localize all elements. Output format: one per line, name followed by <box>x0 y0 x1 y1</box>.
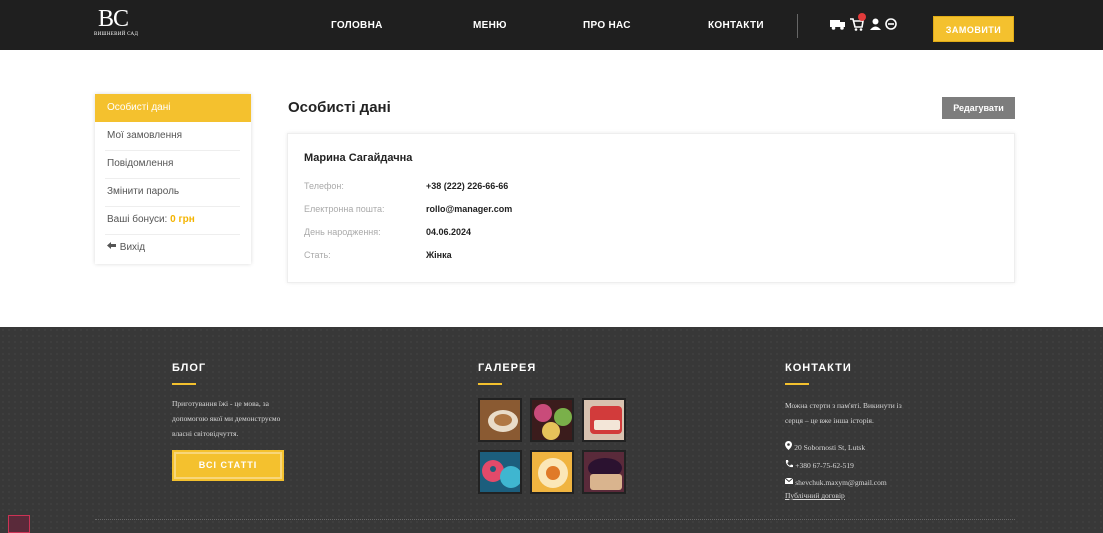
order-button[interactable]: ЗАМОВИТИ <box>933 16 1014 42</box>
sidebar-item-change-password[interactable]: Змінити пароль <box>95 178 251 206</box>
footer-gallery-title: ГАЛЕРЕЯ <box>478 362 537 374</box>
all-articles-button[interactable]: ВСІ СТАТТІ <box>172 450 284 481</box>
blog-text-line: Приготування їжі - це мова, за <box>172 399 269 408</box>
footer-gallery-underline <box>478 383 502 385</box>
contacts-text-line: Можна стерти з пам'яті. Викинути із <box>785 401 902 410</box>
page-title: Особисті дані <box>288 99 391 116</box>
header-separator <box>797 14 798 38</box>
bonus-label: Ваші бонуси: <box>107 214 168 225</box>
logo-subtitle: ВИШНЕВИЙ САД <box>94 32 139 37</box>
gallery-image-cupcakes[interactable] <box>530 398 574 442</box>
profile-name: Марина Сагайдачна <box>304 152 413 164</box>
logout-label: Вихід <box>119 242 146 253</box>
gallery-image-donuts[interactable] <box>478 450 522 494</box>
blog-text-line: допомогою якої ми демонструємо <box>172 414 281 423</box>
gallery-image-pastry[interactable] <box>530 450 574 494</box>
top-navbar: BC ВИШНЕВИЙ САД ГОЛОВНА МЕНЮ ПРО НАС КОН… <box>0 0 1103 50</box>
gallery-image-coffee[interactable] <box>478 398 522 442</box>
birthday-label: День народження: <box>304 227 381 237</box>
blog-text-line: власні світовідчуття. <box>172 429 239 438</box>
exit-icon[interactable] <box>885 18 897 34</box>
sidebar-item-messages[interactable]: Повідомлення <box>95 150 251 178</box>
user-icon[interactable] <box>870 18 881 34</box>
email-value: rollo@manager.com <box>426 204 513 214</box>
account-sidebar: Особисті дані Мої замовлення Повідомленн… <box>95 94 251 264</box>
phone-text: +380 67-75-62-519 <box>795 461 854 470</box>
contacts-text-line: серця – це вже інша історія. <box>785 416 874 425</box>
edit-button[interactable]: Редагувати <box>942 97 1015 119</box>
footer-contacts-underline <box>785 383 809 385</box>
gallery-image-berry-cake[interactable] <box>582 450 626 494</box>
cart-count-badge <box>858 13 866 21</box>
sidebar-item-bonuses[interactable]: Ваші бонуси: 0 грн <box>95 206 251 234</box>
logout-icon <box>107 242 120 253</box>
footer-divider <box>95 519 1015 520</box>
footer-blog-text: Приготування їжі - це мова, за допомогою… <box>172 396 280 441</box>
location-pin-icon <box>785 441 794 452</box>
public-contract-link[interactable]: Публічний договір <box>785 488 845 503</box>
address-text: 20 Sobornosti St, Lutsk <box>794 443 866 452</box>
sidebar-item-orders[interactable]: Мої замовлення <box>95 122 251 150</box>
footer-contacts-text: Можна стерти з пам'яті. Викинути із серц… <box>785 398 902 428</box>
footer-contacts-title: КОНТАКТИ <box>785 362 852 374</box>
contact-phone[interactable]: +380 67-75-62-519 <box>785 458 854 473</box>
nav-contacts[interactable]: КОНТАКТИ <box>708 20 764 31</box>
nav-home[interactable]: ГОЛОВНА <box>331 20 383 31</box>
nav-menu[interactable]: МЕНЮ <box>473 20 507 31</box>
phone-label: Телефон: <box>304 181 344 191</box>
birthday-value: 04.06.2024 <box>426 227 472 237</box>
email-text: shevchuk.maxym@gmail.com <box>795 478 887 487</box>
contact-address: 20 Sobornosti St, Lutsk <box>785 440 865 455</box>
phone-icon <box>785 460 795 470</box>
chat-widget-icon[interactable] <box>8 515 30 533</box>
gender-label: Стать: <box>304 250 331 260</box>
email-icon <box>784 477 795 487</box>
footer-blog-title: БЛОГ <box>172 362 207 374</box>
bonus-value: 0 грн <box>170 214 195 225</box>
phone-value: +38 (222) 226-66-66 <box>426 181 509 191</box>
gender-value: Жінка <box>426 250 452 260</box>
nav-about[interactable]: ПРО НАС <box>583 20 631 31</box>
footer-blog-underline <box>172 383 196 385</box>
sidebar-item-personal-data[interactable]: Особисті дані <box>95 94 251 122</box>
email-label: Електронна пошта: <box>304 204 385 214</box>
truck-icon[interactable] <box>830 18 846 34</box>
site-logo[interactable]: BC ВИШНЕВИЙ САД <box>94 6 158 42</box>
sidebar-item-logout[interactable]: Вихід <box>95 234 251 262</box>
logo-monogram: BC <box>98 6 129 32</box>
gallery-image-cake[interactable] <box>582 398 626 442</box>
